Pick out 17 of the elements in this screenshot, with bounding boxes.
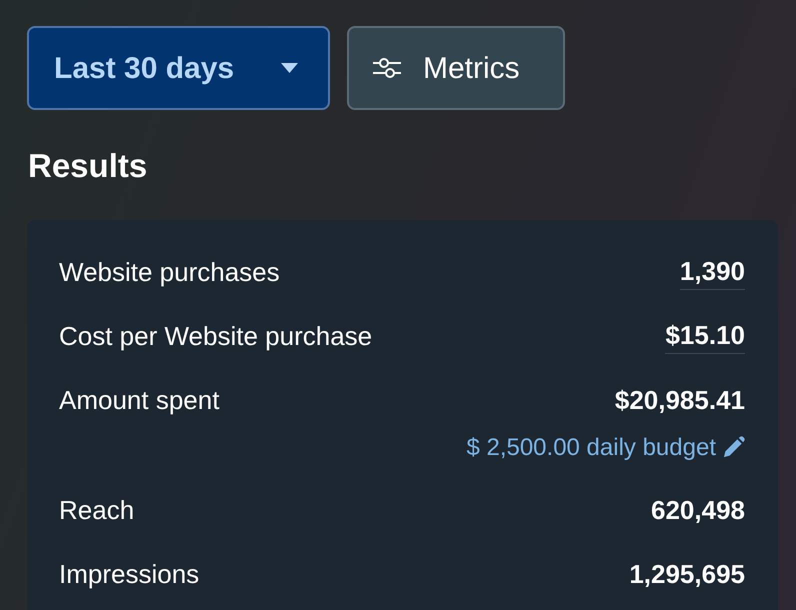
metric-value: $15.10 [665, 320, 745, 354]
metric-value: $20,985.41 [614, 385, 745, 416]
sliders-icon [373, 56, 401, 80]
pencil-icon [722, 436, 745, 460]
date-range-dropdown[interactable]: Last 30 days [27, 26, 330, 110]
metric-label: Reach [59, 494, 134, 528]
metric-label: Website purchases [59, 256, 280, 290]
metric-label: Amount spent [59, 384, 220, 418]
daily-budget-link[interactable]: $ 2,500.00 daily budget [466, 432, 745, 463]
metric-value: 620,498 [651, 495, 745, 526]
metric-label: Impressions [59, 558, 200, 592]
metrics-button[interactable]: Metrics [347, 26, 565, 110]
metric-label: Cost per Website purchase [59, 320, 372, 354]
metric-value: 1,295,695 [629, 559, 745, 590]
caret-icon [281, 63, 298, 73]
section-heading: Results [28, 146, 148, 186]
metric-value: 1,390 [680, 256, 745, 290]
